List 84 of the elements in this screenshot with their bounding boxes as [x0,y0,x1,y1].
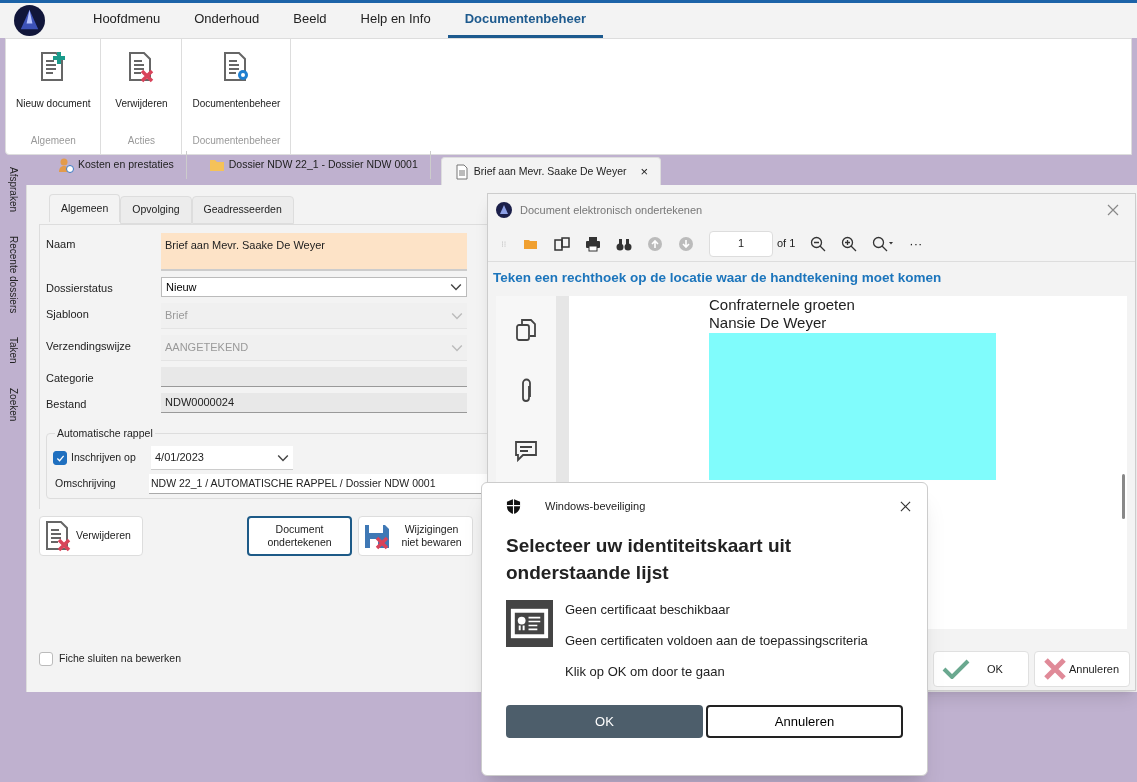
instruction-text: Teken een rechthoek op de locatie waar de handtekening moet komen [492,269,943,287]
person-icon [58,157,74,173]
zoom-menu-icon[interactable] [872,235,895,252]
new-document-icon [39,51,68,83]
zoom-in-icon[interactable] [841,235,858,252]
document-delete-icon [127,51,156,83]
close-icon[interactable] [900,501,911,512]
menu-tab[interactable]: Hoofdmenu [76,3,178,38]
dialog-title: Document elektronisch ondertekenen [520,202,704,218]
ribbon-button[interactable]: Verwijderen [107,39,176,133]
field-label: Bestand [46,397,88,412]
form-tab[interactable]: Opvolging [120,196,192,224]
page-count: of 1 [777,236,796,252]
more-button[interactable]: ··· [909,237,923,250]
ok-button[interactable]: OK [933,651,1029,688]
menu-tab[interactable]: Help en Info [343,3,448,38]
form-button[interactable]: Verwijderen [39,516,143,556]
field-label: Categorie [46,371,95,386]
dialog-title: Windows-beveiliging [545,499,647,515]
side-tab[interactable]: Recente dossiers [5,236,21,314]
checkbox-label: Fiche sluiten na bewerken [59,651,181,666]
chevron-down-icon [451,311,463,320]
document-gear-icon [222,51,251,83]
dialog-heading: Selecteer uw identiteitskaart uit onderstaande lijst [506,534,793,585]
paperclip-icon[interactable] [519,378,533,405]
chevron-down-icon [277,453,289,462]
group-label: Documentenbeheer [192,134,281,148]
app-logo-icon [14,5,45,36]
cancel-button[interactable]: Annuleren [1034,651,1130,688]
field-label: Sjabloon [46,307,90,322]
shield-icon [506,498,521,515]
ribbon-button[interactable]: Documentenbeheer [188,39,285,133]
field-label: Dossierstatus [46,281,114,296]
form-tab[interactable]: Geadresseerden [191,196,294,224]
document-tab[interactable]: Brief aan Mevr. Saake De Weyer × [440,157,662,185]
checkbox[interactable] [53,451,67,465]
comment-icon[interactable] [514,440,538,463]
cancel-button[interactable]: Annuleren [706,705,903,738]
side-tab[interactable]: Afspraken [5,167,21,213]
date-field[interactable]: 4/01/2023 [151,446,293,470]
scrollbar[interactable] [1122,474,1125,520]
name-field[interactable]: Brief aan Mevr. Saake De Weyer [161,233,467,271]
menu-tab[interactable]: Beeld [276,3,344,38]
certificate-icon [506,600,553,647]
tab-close[interactable]: × [640,161,649,182]
ribbon-button[interactable]: Nieuw document [12,39,95,133]
checkmark-icon [55,453,65,463]
menu-tab[interactable]: Onderhoud [177,3,277,38]
pages-icon[interactable] [554,235,570,252]
field-label: Naam [46,237,77,252]
floppy-delete-icon [363,522,391,550]
select-field[interactable]: Nieuw [161,277,467,297]
group-legend: Automatische rappel [55,426,155,442]
field-label: Verzendingswijze [46,339,132,354]
message-text: Klik op OK om door te gaan [565,663,726,680]
folder-icon [208,157,225,173]
document-tab[interactable]: Dossier NDW 22_1 - Dossier NDW 0001 [196,151,431,179]
letter-text: Confraternele groeten [709,296,855,315]
message-text: Geen certificaat beschikbaar [565,601,731,618]
field-label: Omschrijving [54,476,117,492]
checkbox[interactable] [39,651,53,666]
document-delete-icon [44,520,72,552]
checkbox-label: Inschrijven op [71,450,137,466]
checkmark-icon [942,659,970,680]
print-icon[interactable] [585,235,601,252]
page-number-field[interactable]: 1 [709,230,773,257]
form-button[interactable]: Document ondertekenen [247,516,352,556]
letter-text: Nansie De Weyer [709,314,827,333]
form-button[interactable]: Wijzigingen niet bewaren [358,516,473,556]
side-tab[interactable]: Taken [5,337,21,364]
group-label: Acties [127,134,156,148]
cross-icon [1043,657,1067,682]
message-text: Geen certificaten voldoen aan de toepassingscriteria [565,632,868,649]
side-tab[interactable]: Zoeken [5,388,21,422]
ok-button[interactable]: OK [506,705,703,738]
copy-icon[interactable] [516,318,536,343]
zoom-out-icon[interactable] [810,235,827,252]
app-logo-icon [496,202,512,218]
group-label: Algemeen [30,134,76,148]
chevron-down-icon [451,343,463,352]
form-tab[interactable]: Algemeen [49,194,121,222]
document-icon [453,163,470,180]
document-tab[interactable]: Kosten en prestaties [46,151,187,179]
chevron-down-icon [450,283,462,291]
